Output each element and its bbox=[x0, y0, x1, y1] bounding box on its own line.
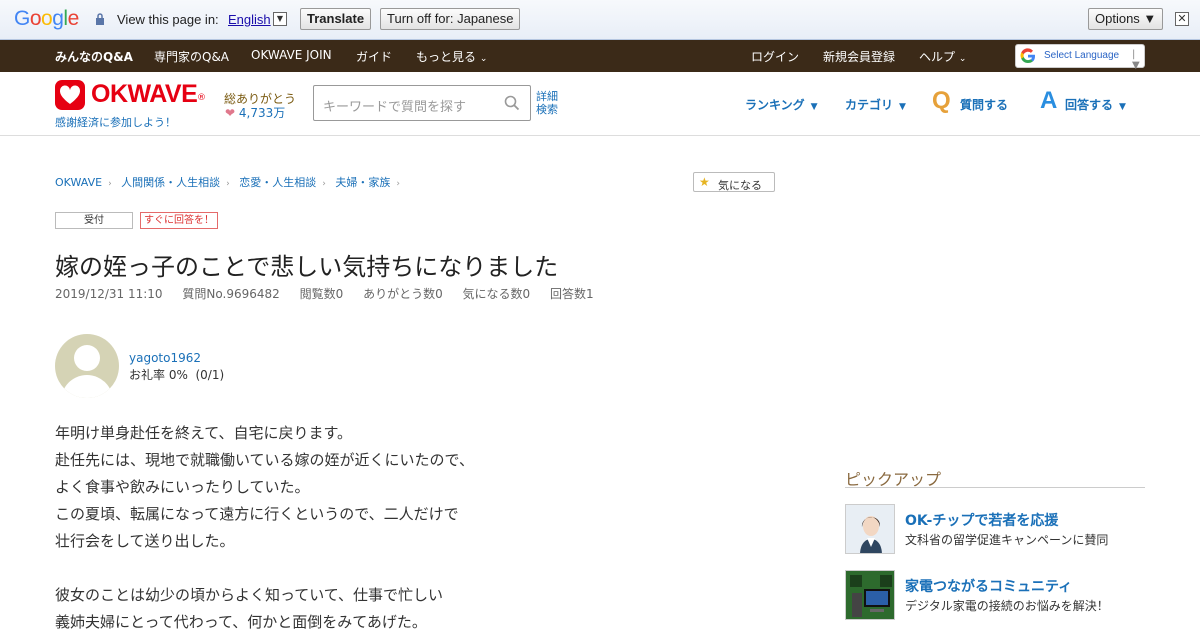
posted-date: 2019/12/31 11:10 bbox=[55, 287, 163, 301]
nav-guide[interactable]: ガイド bbox=[356, 48, 392, 65]
body-line: よく食事や飲みにいったりしていた。 bbox=[55, 478, 310, 496]
close-icon[interactable]: ✕ bbox=[1175, 12, 1189, 26]
translate-language-link[interactable]: English bbox=[228, 12, 271, 27]
page-title: 嫁の姪っ子のことで悲しい気持ちになりました bbox=[55, 253, 559, 281]
logo-text: OKWAVE bbox=[91, 80, 198, 108]
urgent-badge: すぐに回答を！ bbox=[140, 212, 218, 229]
chevron-right-icon: › bbox=[396, 179, 400, 189]
nav-category[interactable]: カテゴリ ▼ bbox=[845, 96, 906, 113]
nav-expert-qa[interactable]: 専門家のQ&A bbox=[154, 48, 229, 65]
logo-registered-mark: ® bbox=[197, 93, 206, 103]
turn-off-button[interactable]: Turn off for: Japanese bbox=[380, 8, 521, 30]
question-q-icon: Q bbox=[932, 87, 951, 114]
breadcrumb: OKWAVE › 人間関係・人生相談 › 恋愛・人生相談 › 夫婦・家族 › bbox=[55, 174, 406, 190]
ask-question-link[interactable]: 質問する bbox=[960, 96, 1008, 113]
favorite-count: 気になる数0 bbox=[462, 287, 531, 301]
nav-ranking[interactable]: ランキング ▼ bbox=[745, 96, 818, 113]
tagline[interactable]: 感謝経済に参加しよう！ bbox=[55, 114, 176, 130]
body-line: この夏頃、転属になって遠方に行くというので、二人だけで bbox=[55, 505, 459, 523]
avatar-body bbox=[61, 375, 113, 398]
view-count: 閲覧数0 bbox=[299, 287, 344, 301]
chevron-down-icon: ⌄ bbox=[958, 54, 967, 64]
search-placeholder: キーワードで質問を探す bbox=[323, 100, 467, 115]
search-icon[interactable] bbox=[504, 95, 520, 111]
select-language-widget[interactable]: Select Language | ▼ bbox=[1015, 44, 1145, 71]
breadcrumb-love-life[interactable]: 恋愛・人生相談 bbox=[239, 176, 316, 189]
pickup-title[interactable]: OK-チップで若者を応援 bbox=[905, 510, 1058, 530]
pickup-thumbnail[interactable] bbox=[845, 570, 895, 620]
pickup-title[interactable]: 家電つながるコミュニティ bbox=[905, 576, 1072, 596]
favorite-button[interactable]: ★ 気になる bbox=[693, 172, 775, 192]
translate-button[interactable]: Translate bbox=[300, 8, 372, 30]
answer-a-icon: A bbox=[1040, 87, 1058, 114]
nav-login[interactable]: ログイン bbox=[751, 48, 799, 65]
google-g-icon bbox=[1020, 48, 1035, 64]
question-meta: 2019/12/31 11:10 質問No.9696482 閲覧数0 ありがとう… bbox=[55, 285, 610, 302]
nav-register[interactable]: 新規会員登録 bbox=[823, 48, 895, 65]
user-thanks-rate: お礼率 0% (0/1) bbox=[129, 368, 225, 382]
person-photo-icon bbox=[846, 505, 894, 553]
heart-logo-icon bbox=[55, 80, 85, 110]
pickup-heading: ピックアップ bbox=[845, 466, 1145, 489]
answer-count: 回答数1 bbox=[550, 287, 594, 301]
avatar-head bbox=[74, 345, 100, 371]
tv-community-icon bbox=[846, 571, 894, 619]
status-badge: 受付 bbox=[55, 212, 133, 229]
chevron-down-icon: ▼ bbox=[899, 102, 906, 112]
thanks-count-meta: ありがとう数0 bbox=[363, 287, 443, 301]
translate-prompt: View this page in: bbox=[117, 12, 219, 27]
avatar[interactable] bbox=[55, 334, 119, 398]
search-input[interactable]: キーワードで質問を探す bbox=[313, 85, 531, 121]
nav-help[interactable]: ヘルプ ⌄ bbox=[919, 48, 966, 65]
breadcrumb-family[interactable]: 夫婦・家族 bbox=[335, 176, 390, 189]
pickup-thumbnail[interactable] bbox=[845, 504, 895, 554]
question-number: 質問No.9696482 bbox=[182, 287, 280, 301]
nav-minna-qa[interactable]: みんなのQ&A bbox=[55, 48, 133, 65]
nav-okwave-join[interactable]: OKWAVE JOIN bbox=[251, 48, 332, 62]
chevron-down-icon: ▼ bbox=[1119, 102, 1126, 112]
chevron-right-icon: › bbox=[322, 179, 326, 189]
question-body: 年明け単身赴任を終えて、自宅に戻ります。 赴任先には、現地で就職働いている嫁の姪… bbox=[55, 420, 474, 636]
user-name-link[interactable]: yagoto1962 bbox=[129, 351, 201, 365]
favorite-label: 気になる bbox=[718, 179, 762, 192]
body-line: 彼女のことは幼少の頃からよく知っていて、仕事で忙しい bbox=[55, 586, 444, 604]
pickup-item[interactable]: OK-チップで若者を応援 文科省の留学促進キャンペーンに賛同 bbox=[845, 504, 1145, 554]
chevron-down-icon: ⌄ bbox=[479, 54, 488, 64]
heart-icon: ❤ bbox=[225, 106, 236, 120]
body-line: 赴任先には、現地で就職働いている嫁の姪が近くにいたので、 bbox=[55, 451, 474, 469]
select-language-arrow: | ▼ bbox=[1132, 49, 1140, 71]
nav-answer[interactable]: 回答する ▼ bbox=[1065, 96, 1126, 113]
breadcrumb-relationships[interactable]: 人間関係・人生相談 bbox=[121, 176, 220, 189]
select-language-label: Select Language bbox=[1044, 50, 1120, 61]
nav-more[interactable]: もっと見る ⌄ bbox=[416, 48, 487, 65]
pickup-description: 文科省の留学促進キャンペーンに賛同 bbox=[905, 533, 1109, 547]
thanks-count: ❤ 4,733万 bbox=[225, 106, 286, 120]
google-logo: Google bbox=[14, 7, 79, 30]
chevron-right-icon: › bbox=[226, 179, 230, 189]
star-icon: ★ bbox=[699, 175, 710, 189]
breadcrumb-okwave[interactable]: OKWAVE bbox=[55, 176, 102, 189]
chevron-down-icon: ▼ bbox=[810, 102, 818, 112]
lock-icon bbox=[96, 13, 104, 25]
body-line: 壮行会をして送り出した。 bbox=[55, 532, 235, 550]
body-line: 義姉夫婦にとって代わって、何かと面倒をみてあげた。 bbox=[55, 613, 427, 631]
language-dropdown-icon[interactable]: ▼ bbox=[273, 12, 287, 26]
translate-bar: Google View this page in: English ▼ Tran… bbox=[0, 0, 1200, 40]
advanced-search-link[interactable]: 詳細検索 bbox=[536, 90, 566, 116]
chevron-right-icon: › bbox=[108, 179, 112, 189]
body-line: 年明け単身赴任を終えて、自宅に戻ります。 bbox=[55, 424, 353, 442]
pickup-description: デジタル家電の接続のお悩みを解決！ bbox=[905, 599, 1109, 613]
pickup-item[interactable]: 家電つながるコミュニティ デジタル家電の接続のお悩みを解決！ bbox=[845, 570, 1145, 620]
body-line bbox=[55, 555, 474, 582]
options-button[interactable]: Options ▼ bbox=[1088, 8, 1164, 30]
